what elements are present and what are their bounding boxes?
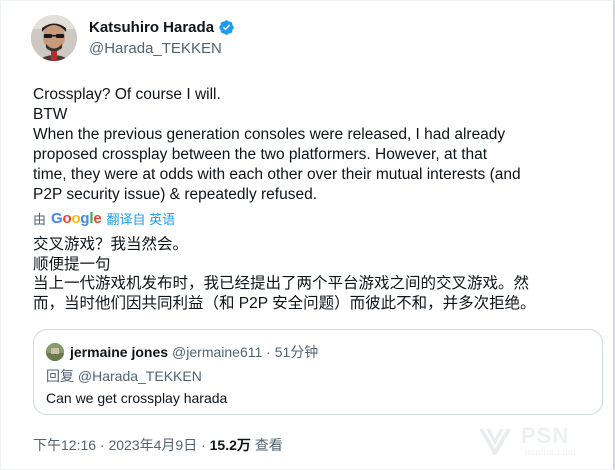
tweet-text-line: Crossplay? Of course I will. <box>33 86 221 103</box>
translated-text-line: 而，当时他们因共同利益（和 P2P 安全问题）而彼此不和，并多次拒绝。 <box>33 294 536 312</box>
watermark-logo-icon <box>479 427 511 455</box>
verified-badge-icon <box>219 20 234 35</box>
tweet-text-line: time, they were at odds with each other … <box>33 166 521 183</box>
translated-text-line: 顺便提一句 <box>33 255 111 273</box>
translation-by-label: 由 <box>33 212 47 227</box>
quoted-author-handle[interactable]: @jermaine611 · 51分钟 <box>172 342 318 362</box>
tweet-text-line: When the previous generation consoles we… <box>33 126 506 143</box>
translated-text-line: 交叉游戏？我当然会。 <box>33 236 189 253</box>
tweet-timestamp[interactable]: 下午12:16 · 2023年4月9日 · <box>33 437 210 453</box>
view-count-label: 查看 <box>250 437 283 453</box>
translation-attribution: 由 Google 翻译自 英语 <box>33 209 175 228</box>
quoted-tweet-text: Can we get crossplay harada <box>46 390 228 406</box>
tweet-meta: 下午12:16 · 2023年4月9日 · 15.2万 查看 <box>33 435 283 455</box>
view-count: 15.2万 <box>209 437 251 453</box>
tweet-text: Crossplay? Of course I will. BTW When th… <box>33 85 598 205</box>
quoted-author-name[interactable]: jermaine jones <box>70 344 168 360</box>
author-display-name[interactable]: Katsuhiro Harada <box>89 19 214 36</box>
author-names: Katsuhiro Harada @Harada_TEKKEN <box>89 19 235 57</box>
tweet-text-line: P2P security issue) & repeatedly refused… <box>33 186 318 203</box>
tweet-text-line: BTW <box>33 106 68 123</box>
quoted-tweet-header: jermaine jones @jermaine611 · 51分钟 <box>46 342 318 362</box>
tweet-header: Katsuhiro Harada @Harada_TEKKEN <box>31 15 235 61</box>
quoted-reply-to: 回复 @Harada_TEKKEN <box>46 368 202 384</box>
author-handle[interactable]: @Harada_TEKKEN <box>89 40 235 57</box>
watermark-sub: psnine.com <box>525 447 577 457</box>
translated-text-line: 当上一代游戏机发布时，我已经提出了两个平台游戏之间的交叉游戏。然 <box>33 275 530 292</box>
translation-source-link[interactable]: 翻译自 英语 <box>107 209 176 228</box>
tweet-text-line: proposed crossplay between the two platf… <box>33 146 488 163</box>
quoted-tweet[interactable]: jermaine jones @jermaine611 · 51分钟 回复 @H… <box>33 329 603 415</box>
watermark-brand: PSN <box>521 423 570 448</box>
author-avatar[interactable] <box>31 15 77 61</box>
translated-text: 交叉游戏？我当然会。 顺便提一句 当上一代游戏机发布时，我已经提出了两个平台游戏… <box>33 235 598 313</box>
quoted-author-avatar <box>46 343 64 361</box>
site-watermark: PSN psnine.com <box>475 419 605 463</box>
tweet-card: Katsuhiro Harada @Harada_TEKKEN Crosspla… <box>0 0 615 470</box>
google-logo: Google <box>51 210 102 227</box>
